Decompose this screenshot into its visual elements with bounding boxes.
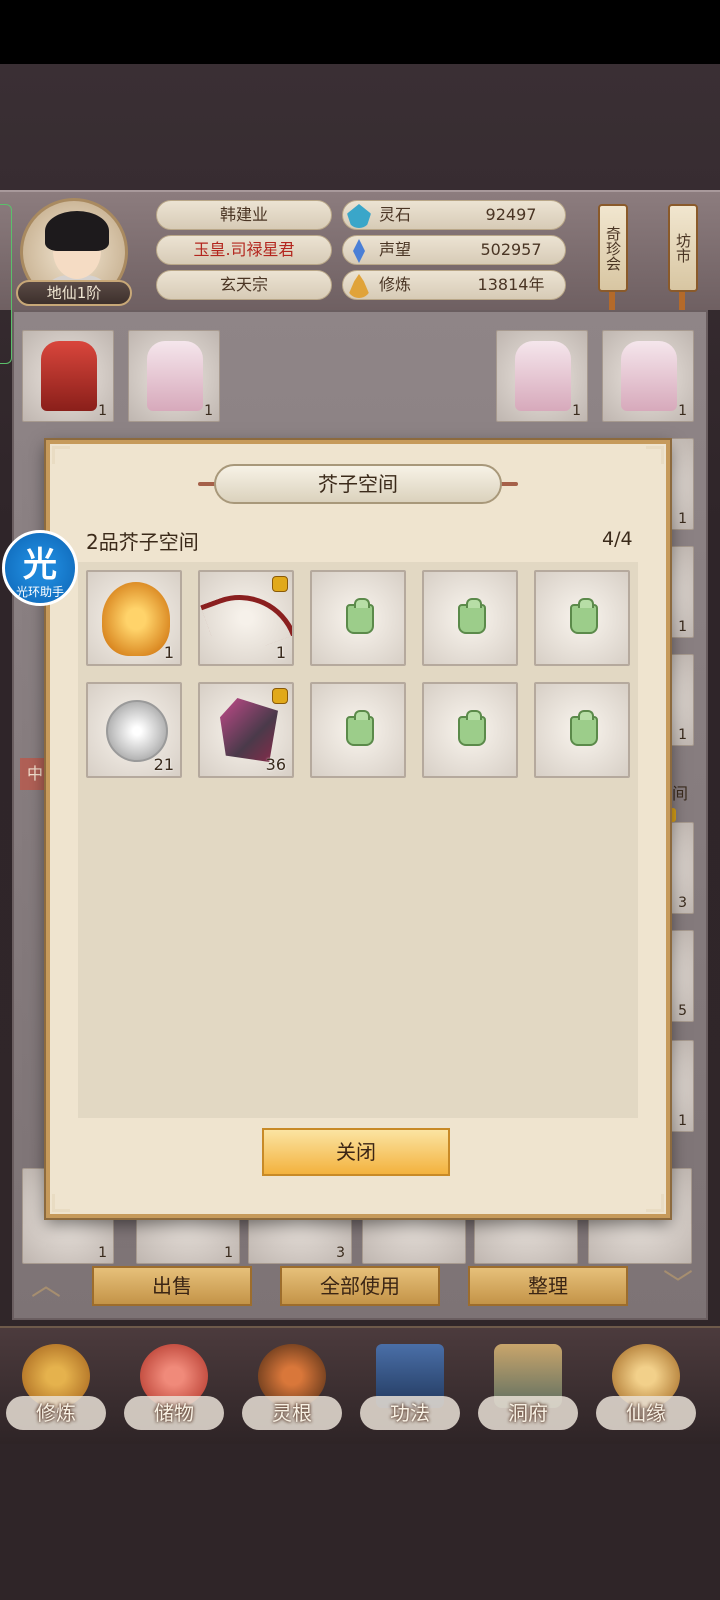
- empty-bag-icon: [570, 598, 598, 634]
- storage-slot[interactable]: [534, 682, 630, 778]
- storage-slot[interactable]: [534, 570, 630, 666]
- storage-slot[interactable]: [310, 682, 406, 778]
- item-count: 21: [153, 755, 174, 774]
- empty-bag-icon: [458, 598, 486, 634]
- storage-slot[interactable]: 1: [86, 570, 182, 666]
- corner-decor: [52, 446, 70, 464]
- close-button[interactable]: 关闭: [262, 1128, 450, 1176]
- spirit-orb-icon: [106, 700, 168, 762]
- empty-bag-icon: [570, 710, 598, 746]
- storage-slot[interactable]: [422, 570, 518, 666]
- space-grade-label: 2品芥子空间: [86, 530, 199, 554]
- storage-slot[interactable]: 21: [86, 682, 182, 778]
- item-count: 1: [163, 643, 174, 662]
- empty-bag-icon: [458, 710, 486, 746]
- storage-slot[interactable]: [310, 570, 406, 666]
- assistant-float-button[interactable]: 光 光环助手: [2, 530, 78, 606]
- corner-decor: [646, 1194, 664, 1212]
- item-count: 1: [275, 643, 286, 662]
- capacity-label: 4/4: [602, 528, 633, 550]
- corner-decor: [52, 1194, 70, 1212]
- assistant-label: 光环助手: [15, 585, 64, 599]
- item-count: 36: [265, 755, 286, 774]
- assistant-glyph: 光: [23, 545, 57, 585]
- lock-icon: [272, 688, 288, 704]
- golden-buddha-icon: [102, 582, 170, 656]
- storage-slot[interactable]: [422, 682, 518, 778]
- storage-space-dialog: 芥子空间 2品芥子空间 4/4 1 1 21 36 关闭: [46, 440, 670, 1218]
- storage-grid: 1 1 21 36: [78, 562, 638, 1118]
- storage-slot[interactable]: 36: [198, 682, 294, 778]
- lock-icon: [272, 576, 288, 592]
- dialog-title: 芥子空间: [214, 464, 502, 504]
- crystal-ore-icon: [220, 698, 278, 762]
- corner-decor: [646, 446, 664, 464]
- empty-bag-icon: [346, 598, 374, 634]
- storage-slot[interactable]: 1: [198, 570, 294, 666]
- empty-bag-icon: [346, 710, 374, 746]
- status-bar: [0, 0, 720, 64]
